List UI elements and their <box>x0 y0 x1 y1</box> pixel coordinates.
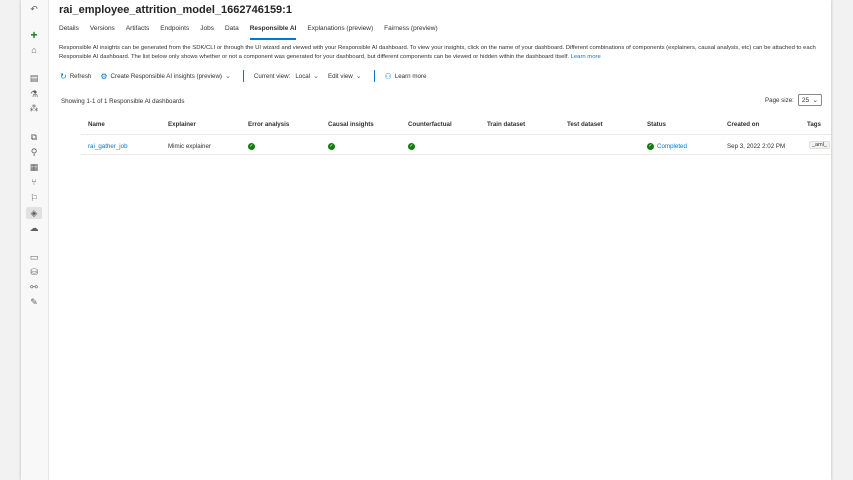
check-circle-icon: ✓ <box>328 143 335 150</box>
main-content: rai_employee_attrition_model_1662746159:… <box>48 0 831 480</box>
tab-artifacts[interactable]: Artifacts <box>126 23 149 38</box>
toolbar-divider <box>242 70 244 82</box>
create-insights-button[interactable]: ⚙ Create Responsible AI insights (previe… <box>100 72 230 81</box>
tab-explanations[interactable]: Explanations (preview) <box>307 23 373 38</box>
tab-fairness[interactable]: Fairness (preview) <box>384 23 437 38</box>
column-header-explainer[interactable]: Explainer <box>168 121 196 128</box>
refresh-icon: ↻ <box>60 71 67 81</box>
column-header-causal-insights[interactable]: Causal insights <box>328 121 374 128</box>
list-count: Showing 1-1 of 1 Responsible AI dashboar… <box>61 98 185 105</box>
people-icon: ⚇ <box>384 71 392 81</box>
tab-endpoints[interactable]: Endpoints <box>160 23 189 38</box>
pipelines-icon[interactable]: ⑂ <box>28 176 40 188</box>
linked-services-icon[interactable]: ⚯ <box>28 281 40 293</box>
column-header-counterfactual[interactable]: Counterfactual <box>408 121 452 128</box>
tab-responsible-ai[interactable]: Responsible AI <box>249 23 297 40</box>
chevron-down-icon: ⌄ <box>313 73 319 80</box>
page-size-select[interactable]: 25 ⌄ <box>797 94 822 106</box>
page-title: rai_employee_attrition_model_1662746159:… <box>59 4 292 16</box>
column-header-name[interactable]: Name <box>88 121 105 128</box>
app-window: ↶ + ⌂ ▤ ⚗ ⁂ ⧉ ⚲ ▦ ⑂ ⚐ ◈ ☁ ▭ ⛁ ⚯ ✎ rai_em… <box>21 0 831 480</box>
designer-icon[interactable]: ⁂ <box>28 102 40 114</box>
data-icon[interactable]: ⧉ <box>28 131 40 143</box>
created-on-value: Sep 3, 2022 2:02 PM <box>727 143 786 150</box>
jobs-icon[interactable]: ⚲ <box>28 146 40 158</box>
home-icon[interactable]: ⌂ <box>28 44 40 56</box>
left-nav-rail: ↶ + ⌂ ▤ ⚗ ⁂ ⧉ ⚲ ▦ ⑂ ⚐ ◈ ☁ ▭ ⛁ ⚯ ✎ <box>21 0 49 480</box>
check-circle-icon: ✓ <box>408 143 415 150</box>
tag-label: _aml_ <box>809 141 830 149</box>
automl-icon[interactable]: ⚗ <box>28 88 40 100</box>
tab-details[interactable]: Details <box>59 23 79 38</box>
endpoints-icon[interactable]: ☁ <box>28 222 40 234</box>
column-header-train-dataset[interactable]: Train dataset <box>487 121 525 128</box>
chevron-down-icon: ⌄ <box>224 73 231 80</box>
check-circle-icon: ✓ <box>647 143 654 150</box>
dashboard-name-link[interactable]: rai_gather_job <box>88 143 128 150</box>
toolbar: ↻ Refresh ⚙ Create Responsible AI insigh… <box>60 69 435 83</box>
chevron-down-icon: ⌄ <box>812 97 818 104</box>
insights-icon: ⚙ <box>100 71 108 81</box>
column-header-tags[interactable]: Tags <box>807 121 821 128</box>
toolbar-divider <box>373 70 375 82</box>
explainer-value: Mimic explainer <box>168 143 211 150</box>
notebook-icon[interactable]: ▤ <box>28 72 40 84</box>
refresh-label: Refresh <box>69 72 92 80</box>
edit-view-label: Edit view <box>327 72 353 80</box>
current-view-dropdown[interactable]: Local ⌄ <box>295 72 319 81</box>
edit-view-dropdown[interactable]: Edit view ⌄ <box>327 72 362 81</box>
tab-bar: Details Versions Artifacts Endpoints Job… <box>59 23 449 40</box>
page-size: Page size: 25 ⌄ <box>765 94 822 106</box>
check-circle-icon: ✓ <box>248 143 255 150</box>
tab-versions[interactable]: Versions <box>90 23 115 38</box>
tag-chip: _aml_ <box>809 141 830 149</box>
dashboards-table: Name Explainer Error analysis Causal ins… <box>81 115 831 155</box>
description-text: Responsible AI insights can be generated… <box>59 45 816 60</box>
compute-icon[interactable]: ▭ <box>28 251 40 263</box>
models-icon[interactable]: ◈ <box>26 207 42 219</box>
counterfactual-value: ✓ <box>408 143 415 150</box>
datastores-icon[interactable]: ⛁ <box>28 266 40 278</box>
page-size-label: Page size: <box>765 96 794 104</box>
status-link[interactable]: Completed <box>657 143 687 150</box>
new-plus-icon[interactable]: + <box>28 29 40 41</box>
current-view-value: Local <box>295 72 311 80</box>
learn-more-label: Learn more <box>394 72 427 80</box>
environments-icon[interactable]: ⚐ <box>28 192 40 204</box>
causal-insights-value: ✓ <box>328 143 335 150</box>
create-insights-label: Create Responsible AI insights (preview) <box>110 72 222 80</box>
column-header-status[interactable]: Status <box>647 121 666 128</box>
current-view-label: Current view: <box>253 72 291 80</box>
column-header-error-analysis[interactable]: Error analysis <box>248 121 289 128</box>
labeling-icon[interactable]: ✎ <box>28 296 40 308</box>
description: Responsible AI insights can be generated… <box>59 44 831 61</box>
page-size-value: 25 <box>801 96 810 104</box>
chevron-down-icon: ⌄ <box>355 73 362 80</box>
tab-data[interactable]: Data <box>225 23 239 38</box>
components-icon[interactable]: ▦ <box>28 161 40 173</box>
learn-more-button[interactable]: ⚇ Learn more <box>385 72 427 81</box>
description-learn-more-link[interactable]: Learn more <box>571 54 601 60</box>
column-header-test-dataset[interactable]: Test dataset <box>567 121 603 128</box>
error-analysis-value: ✓ <box>248 143 255 150</box>
column-header-created-on[interactable]: Created on <box>727 121 759 128</box>
status-badge: ✓ Completed <box>647 143 687 150</box>
table-header: Name Explainer Error analysis Causal ins… <box>81 115 831 135</box>
refresh-button[interactable]: ↻ Refresh <box>60 72 91 81</box>
tab-jobs[interactable]: Jobs <box>200 23 214 38</box>
table-row[interactable]: rai_gather_job Mimic explainer ✓ ✓ ✓ ✓ Co… <box>81 135 831 155</box>
back-arrow-icon[interactable]: ↶ <box>28 3 40 15</box>
